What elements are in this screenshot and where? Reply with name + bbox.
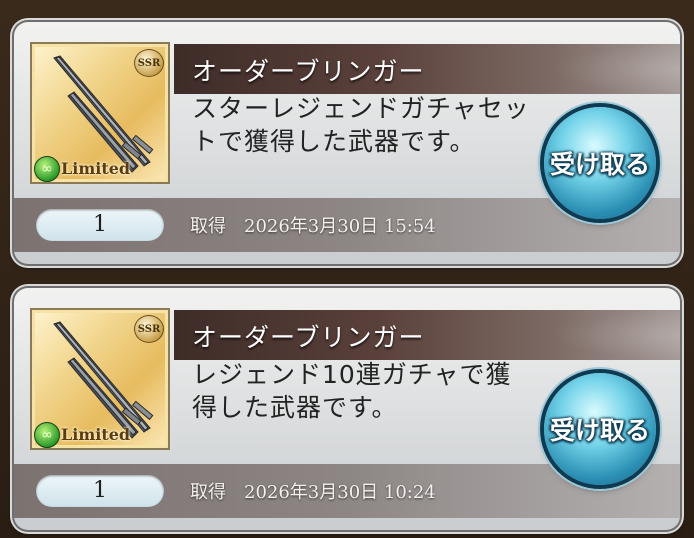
rarity-badge: SSR [134, 49, 164, 77]
present-item-card: SSR ∞ Limited オーダーブリンガー レジェンド10連ガチャで獲得した… [14, 288, 680, 530]
ornament-decoration [550, 44, 680, 94]
limited-icon: ∞ [34, 156, 60, 182]
quantity-display: 1 [36, 209, 164, 241]
obtained-timestamp: 2026年3月30日 10:24 [244, 482, 436, 503]
weapon-thumbnail: SSR ∞ Limited [30, 42, 170, 184]
present-box-screen: SSR ∞ Limited オーダーブリンガー スターレジェンドガチャセットで獲… [0, 0, 694, 538]
receive-button-label: 受け取る [549, 416, 650, 445]
obtained-timestamp: 2026年3月30日 15:54 [244, 216, 436, 237]
obtained-info: 取得 2026年3月30日 10:24 [190, 478, 436, 504]
item-name: オーダーブリンガー [192, 57, 425, 86]
item-name: オーダーブリンガー [192, 323, 425, 352]
item-title-band: オーダーブリンガー [174, 310, 680, 360]
receive-button[interactable]: 受け取る [544, 373, 656, 485]
rarity-badge: SSR [134, 315, 164, 343]
obtained-label: 取得 [190, 482, 226, 503]
item-description: レジェンド10連ガチャで獲得した武器です。 [192, 360, 512, 422]
ornament-decoration [550, 310, 680, 360]
limited-label: Limited [61, 425, 131, 444]
receive-button[interactable]: 受け取る [544, 107, 656, 219]
item-description: スターレジェンドガチャセットで獲得した武器です。 [192, 94, 530, 156]
obtained-label: 取得 [190, 216, 226, 237]
weapon-thumbnail: SSR ∞ Limited [30, 308, 170, 450]
present-item-card: SSR ∞ Limited オーダーブリンガー スターレジェンドガチャセットで獲… [14, 22, 680, 264]
limited-badge: ∞ Limited [34, 156, 154, 182]
item-title-band: オーダーブリンガー [174, 44, 680, 94]
quantity-display: 1 [36, 475, 164, 507]
limited-icon: ∞ [34, 422, 60, 448]
obtained-info: 取得 2026年3月30日 15:54 [190, 212, 436, 238]
limited-label: Limited [61, 159, 131, 178]
limited-badge: ∞ Limited [34, 422, 154, 448]
receive-button-label: 受け取る [549, 150, 650, 179]
